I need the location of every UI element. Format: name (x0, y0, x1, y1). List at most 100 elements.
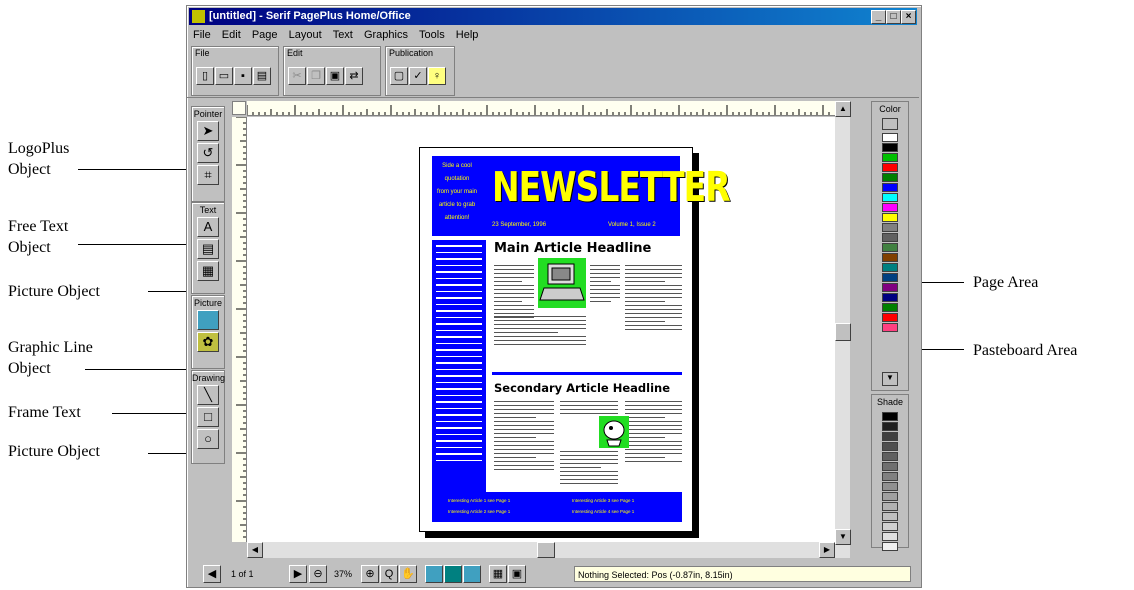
masthead-side-quote[interactable]: Side a cool quotation from your main art… (435, 160, 479, 225)
shade-swatch[interactable] (882, 542, 898, 551)
menu-layout[interactable]: Layout (289, 27, 322, 43)
main-article-column-3[interactable] (625, 262, 682, 330)
color-swatch[interactable] (882, 193, 898, 202)
color-swatch[interactable] (882, 223, 898, 232)
crop-tool-icon[interactable]: ⌗ (197, 165, 219, 185)
maximize-icon[interactable]: □ (886, 10, 901, 24)
menu-graphics[interactable]: Graphics (364, 27, 408, 43)
masthead-banner[interactable]: Side a cool quotation from your main art… (432, 156, 731, 236)
shade-swatch[interactable] (882, 502, 898, 511)
import-picture-icon[interactable] (197, 310, 219, 330)
open-folder-icon[interactable]: ▭ (215, 67, 233, 85)
color-swatch[interactable] (882, 293, 898, 302)
color-swatch[interactable] (882, 233, 898, 242)
layers-icon[interactable]: ▣ (508, 565, 526, 583)
zoom-tool-icon[interactable]: Q (380, 565, 398, 583)
color-swatch[interactable] (882, 323, 898, 332)
shade-swatch[interactable] (882, 432, 898, 441)
character-clipart-picture[interactable] (599, 416, 629, 448)
color-scroll-up-icon[interactable] (882, 118, 898, 130)
menu-tools[interactable]: Tools (419, 27, 445, 43)
vertical-ruler[interactable] (232, 116, 247, 542)
secondary-article-column-2b[interactable] (560, 448, 618, 484)
pointer-arrow-icon[interactable]: ➤ (197, 121, 219, 141)
menu-file[interactable]: File (193, 27, 211, 43)
color-swatch[interactable] (882, 253, 898, 262)
previous-page-icon[interactable]: ◀ (203, 565, 221, 583)
shade-swatch[interactable] (882, 442, 898, 451)
newsletter-footer-banner[interactable]: Interesting Article 1 see Page 1 Interes… (432, 492, 682, 522)
view-mode-2-icon[interactable] (444, 565, 462, 583)
page-area[interactable]: Side a cool quotation from your main art… (419, 147, 731, 532)
color-swatch[interactable] (882, 133, 898, 142)
secondary-article-column-3[interactable] (625, 398, 682, 462)
secondary-article-column-1[interactable] (494, 398, 554, 470)
view-mode-3-icon[interactable] (463, 565, 481, 583)
color-swatch[interactable] (882, 283, 898, 292)
zoom-level[interactable]: 37% (334, 569, 352, 579)
color-swatch[interactable] (882, 263, 898, 272)
view-mode-1-icon[interactable] (425, 565, 443, 583)
artistic-text-icon[interactable]: A (197, 217, 219, 237)
color-swatch[interactable] (882, 273, 898, 282)
shade-swatch[interactable] (882, 462, 898, 471)
text-frame-icon[interactable]: ▤ (197, 239, 219, 259)
scroll-right-icon[interactable]: ▶ (819, 542, 835, 558)
horizontal-scrollbar[interactable]: ◀ ▶ (247, 542, 835, 558)
shade-swatch[interactable] (882, 492, 898, 501)
menu-edit[interactable]: Edit (222, 27, 241, 43)
horizontal-scroll-thumb[interactable] (537, 542, 555, 558)
shade-swatch[interactable] (882, 532, 898, 541)
save-disk-icon[interactable]: ▪ (234, 67, 252, 85)
print-icon[interactable]: ▤ (253, 67, 271, 85)
shade-swatch[interactable] (882, 422, 898, 431)
graphic-line-rule[interactable] (492, 372, 682, 375)
ruler-origin[interactable] (232, 101, 246, 115)
color-swatch[interactable] (882, 303, 898, 312)
menu-text[interactable]: Text (333, 27, 353, 43)
rotate-tool-icon[interactable]: ↺ (197, 143, 219, 163)
copy-icon[interactable]: ❐ (307, 67, 325, 85)
color-swatch[interactable] (882, 183, 898, 192)
shade-swatch[interactable] (882, 482, 898, 491)
color-swatch[interactable] (882, 173, 898, 182)
scroll-up-icon[interactable]: ▲ (835, 101, 851, 117)
color-swatch[interactable] (882, 243, 898, 252)
logoplus-icon[interactable]: ✿ (197, 332, 219, 352)
horizontal-ruler[interactable] (246, 101, 835, 116)
minimize-icon[interactable]: _ (871, 10, 886, 24)
shade-swatch[interactable] (882, 512, 898, 521)
pan-hand-icon[interactable]: ✋ (399, 565, 417, 583)
spellcheck-icon[interactable]: ✓ (409, 67, 427, 85)
zoom-out-icon[interactable]: ⊖ (309, 565, 327, 583)
color-swatch[interactable] (882, 313, 898, 322)
vertical-scroll-thumb[interactable] (835, 323, 851, 341)
scroll-down-icon[interactable]: ▼ (835, 529, 851, 545)
menu-help[interactable]: Help (456, 27, 479, 43)
master-page-icon[interactable]: ▦ (489, 565, 507, 583)
shade-swatch[interactable] (882, 452, 898, 461)
replicate-icon[interactable]: ⇄ (345, 67, 363, 85)
color-swatch[interactable] (882, 213, 898, 222)
scroll-left-icon[interactable]: ◀ (247, 542, 263, 558)
paste-icon[interactable]: ▣ (326, 67, 344, 85)
close-icon[interactable]: × (901, 10, 916, 24)
newsletter-logoplus-title[interactable]: NEWSLETTER (492, 162, 731, 211)
shade-swatch[interactable] (882, 412, 898, 421)
lightbulb-hint-icon[interactable]: ♀ (428, 67, 446, 85)
preview-icon[interactable]: ▢ (390, 67, 408, 85)
app-icon[interactable] (192, 10, 205, 23)
next-page-icon[interactable]: ▶ (289, 565, 307, 583)
main-article-column-1[interactable] (494, 262, 534, 318)
vertical-scrollbar[interactable]: ▲ ▼ (835, 101, 851, 558)
main-article-column-1b[interactable] (494, 313, 586, 345)
secondary-article-column-2[interactable] (560, 398, 618, 414)
secondary-article-headline[interactable]: Secondary Article Headline (494, 381, 670, 395)
color-scroll-down-icon[interactable]: ▼ (882, 372, 898, 386)
new-document-icon[interactable]: ▯ (196, 67, 214, 85)
color-swatch[interactable] (882, 153, 898, 162)
computer-clipart-picture[interactable] (538, 258, 586, 308)
menu-page[interactable]: Page (252, 27, 278, 43)
line-tool-icon[interactable]: ╲ (197, 385, 219, 405)
box-tool-icon[interactable]: □ (197, 407, 219, 427)
